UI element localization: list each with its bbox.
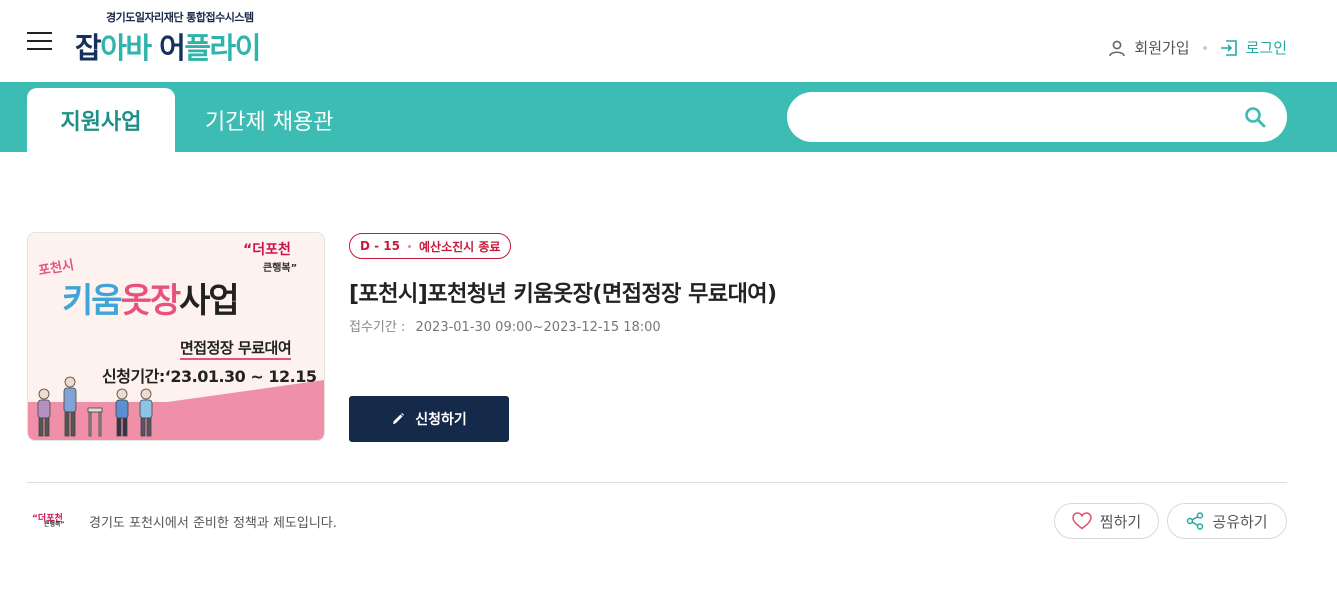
thumbnail-title-part: 사업 <box>179 281 240 321</box>
login-link[interactable]: 로그인 <box>1220 37 1287 58</box>
menu-icon[interactable] <box>27 32 52 50</box>
tab-fixed-term-jobs[interactable]: 기간제 채용관 <box>205 88 345 152</box>
program-title[interactable]: [포천시]포천청년 키움옷장(면접정장 무료대여) <box>349 276 777 308</box>
period-value: 2023-01-30 09:00~2023-12-15 18:00 <box>415 320 661 335</box>
login-label: 로그인 <box>1245 39 1287 57</box>
badge-separator <box>408 244 411 248</box>
favorite-label: 찜하기 <box>1099 512 1142 531</box>
share-button[interactable]: 공유하기 <box>1167 503 1287 539</box>
logo-part: 어 <box>159 31 186 65</box>
program-thumbnail[interactable]: 포천시 “더포천 큰행복” 키움옷장사업 면접정장 무료대여 신청기간:‘23.… <box>27 232 325 441</box>
favorite-button[interactable]: 찜하기 <box>1054 503 1159 539</box>
logo-part: 플라이 <box>184 31 261 65</box>
period-label: 접수기간 : <box>349 320 406 335</box>
user-nav: 회원가입 로그인 <box>1108 37 1287 58</box>
thumbnail-title-part: 옷장 <box>120 281 182 321</box>
divider <box>27 482 1287 483</box>
people-illustration <box>37 376 153 437</box>
status-badge: D - 15 예산소진시 종료 <box>349 233 512 259</box>
search-input[interactable] <box>811 102 1231 132</box>
header: 경기도일자리재단 통합접수시스템 잡아바 어플라이 회원가입 로그인 <box>0 0 1337 82</box>
org-logo: “더포천 큰행복” <box>32 511 72 529</box>
thumbnail-title: 키움옷장사업 <box>62 273 240 322</box>
logo[interactable]: 잡아바 어플라이 <box>75 25 261 67</box>
thumbnail-subtitle: 면접정장 무료대여 <box>180 337 292 360</box>
pencil-icon <box>393 413 405 424</box>
nav-separator <box>1202 45 1207 50</box>
share-label: 공유하기 <box>1212 512 1268 531</box>
search-icon[interactable] <box>1243 105 1267 129</box>
apply-label: 신청하기 <box>415 412 467 428</box>
tab-bar: 지원사업 기간제 채용관 <box>0 82 1337 152</box>
thumbnail-brand: 큰행복” <box>263 263 298 274</box>
application-period: 접수기간 : 2023-01-30 09:00~2023-12-15 18:00 <box>349 316 661 335</box>
heart-icon <box>1072 512 1092 530</box>
logo-subtitle: 경기도일자리재단 통합접수시스템 <box>106 11 254 24</box>
dday-label: D - 15 <box>360 239 400 253</box>
signup-link[interactable]: 회원가입 <box>1108 37 1190 58</box>
share-icon <box>1187 512 1204 530</box>
status-label: 예산소진시 종료 <box>419 239 501 254</box>
logo-part: 잡 <box>75 31 102 65</box>
user-icon <box>1109 40 1126 56</box>
tab-support-programs[interactable]: 지원사업 <box>27 88 175 152</box>
logo-part: 아바 <box>100 31 152 65</box>
search-box <box>787 92 1287 142</box>
org-logo-text: 큰행복” <box>44 521 65 528</box>
signup-label: 회원가입 <box>1134 39 1190 57</box>
login-icon <box>1220 39 1237 56</box>
apply-button[interactable]: 신청하기 <box>349 396 509 442</box>
thumbnail-brand: “더포천 <box>243 242 291 258</box>
org-description: 경기도 포천시에서 준비한 정책과 제도입니다. <box>89 516 337 531</box>
thumbnail-title-part: 키움 <box>62 281 123 321</box>
